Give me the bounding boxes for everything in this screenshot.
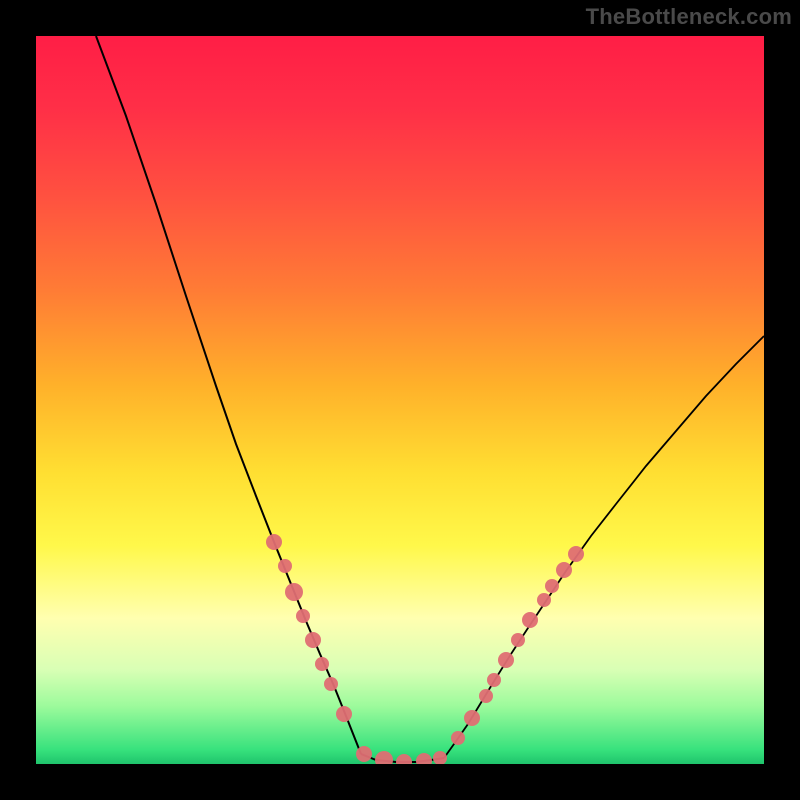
data-marker: [324, 677, 338, 691]
data-marker: [451, 731, 465, 745]
data-marker: [556, 562, 572, 578]
watermark-text: TheBottleneck.com: [586, 4, 792, 30]
marker-layer: [266, 534, 584, 764]
data-marker: [356, 746, 372, 762]
data-marker: [296, 609, 310, 623]
left-curve: [96, 36, 361, 754]
data-marker: [416, 753, 432, 764]
data-marker: [285, 583, 303, 601]
data-marker: [305, 632, 321, 648]
data-marker: [545, 579, 559, 593]
data-marker: [479, 689, 493, 703]
data-marker: [315, 657, 329, 671]
data-marker: [511, 633, 525, 647]
outer-frame: TheBottleneck.com: [0, 0, 800, 800]
data-marker: [568, 546, 584, 562]
chart-svg: [36, 36, 764, 764]
data-marker: [266, 534, 282, 550]
data-marker: [396, 754, 412, 764]
data-marker: [522, 612, 538, 628]
data-marker: [464, 710, 480, 726]
data-marker: [487, 673, 501, 687]
data-marker: [336, 706, 352, 722]
data-marker: [537, 593, 551, 607]
data-marker: [433, 751, 447, 764]
data-marker: [498, 652, 514, 668]
data-marker: [375, 751, 393, 764]
data-marker: [278, 559, 292, 573]
plot-area: [36, 36, 764, 764]
